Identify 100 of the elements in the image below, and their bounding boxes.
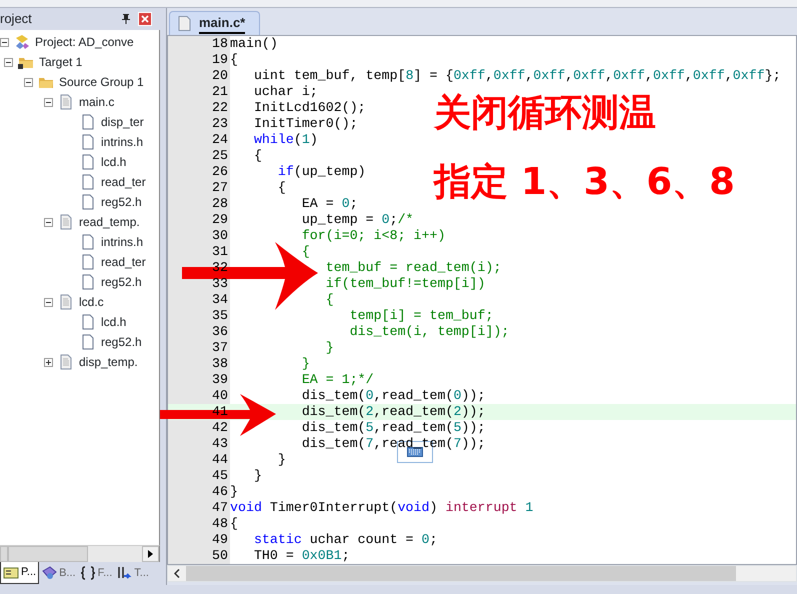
tree-item[interactable]: intrins.h <box>101 232 144 252</box>
panel-title: roject <box>0 10 32 28</box>
file-icon <box>178 16 191 31</box>
tree-item[interactable]: intrins.h <box>101 132 144 152</box>
tree-item[interactable]: Project: AD_conve <box>35 32 134 52</box>
tree-item[interactable]: disp_temp. <box>79 352 138 372</box>
file-icon <box>80 174 96 190</box>
code-line: { <box>276 180 286 196</box>
code-line: InitLcd1602(); <box>252 100 366 116</box>
code-line: uchar i; <box>252 84 318 100</box>
panel-tab[interactable]: T... <box>114 562 151 584</box>
collapse-icon[interactable] <box>24 78 33 86</box>
code-line: } <box>300 356 310 372</box>
line-number: 35 <box>211 308 229 324</box>
collapse-icon[interactable] <box>44 98 53 106</box>
code-line: tem_buf = read_tem(i); <box>324 260 502 276</box>
collapse-icon[interactable] <box>44 218 53 226</box>
line-number: 28 <box>211 196 229 212</box>
code-line: dis_tem(5,read_tem(5)); <box>300 420 486 436</box>
book-icon <box>41 565 58 581</box>
code-line: EA = 0; <box>300 196 358 212</box>
horizontal-scrollbar[interactable] <box>0 545 160 562</box>
panel-tab[interactable]: P... <box>0 562 40 584</box>
code-line: { <box>252 148 262 164</box>
file-icon <box>80 114 96 130</box>
tree-item[interactable]: lcd.h <box>101 312 126 332</box>
line-number: 47 <box>211 500 229 516</box>
tree-item[interactable]: lcd.h <box>101 152 126 172</box>
line-number: 45 <box>211 468 229 484</box>
tree-item[interactable]: main.c <box>79 92 114 112</box>
project-icon <box>14 34 30 50</box>
expand-icon[interactable] <box>44 358 53 366</box>
file-icon <box>58 94 74 110</box>
tree-item[interactable]: read_temp. <box>79 212 140 232</box>
tree-item[interactable]: Target 1 <box>39 52 82 72</box>
line-number: 33 <box>211 276 229 292</box>
collapse-icon[interactable] <box>0 38 9 46</box>
line-number: 19 <box>211 52 229 68</box>
code-line: } <box>230 484 238 500</box>
tree-item[interactable]: Source Group 1 <box>59 72 144 92</box>
line-number: 20 <box>211 68 229 84</box>
code-line: EA = 1;*/ <box>300 372 374 388</box>
file-icon <box>80 314 96 330</box>
tree-item[interactable]: read_ter <box>101 172 146 192</box>
annotation-text: 指定 1、3、6、8 <box>434 161 735 203</box>
code-line: if(up_temp) <box>276 164 366 180</box>
project-icon <box>3 564 19 580</box>
file-tab[interactable]: main.c* <box>169 11 260 35</box>
file-icon <box>80 134 96 150</box>
line-number: 26 <box>211 164 229 180</box>
tree-item[interactable]: reg52.h <box>101 332 142 352</box>
file-icon <box>58 354 74 370</box>
line-number: 34 <box>211 292 229 308</box>
line-number: 30 <box>211 228 229 244</box>
line-number: 37 <box>211 340 229 356</box>
code-line: static uchar count = 0; <box>252 532 438 548</box>
line-number: 23 <box>211 116 229 132</box>
code-line: } <box>252 468 262 484</box>
pin-icon[interactable] <box>122 14 130 24</box>
line-number: 42 <box>211 420 229 436</box>
code-line: dis_tem(i, temp[i]); <box>348 324 510 340</box>
code-line: TH0 = 0x0B1; <box>252 548 350 564</box>
tree-item[interactable]: lcd.c <box>79 292 104 312</box>
code-line: { <box>230 516 238 532</box>
line-number: 44 <box>211 452 229 468</box>
line-number: 31 <box>211 244 229 260</box>
line-number: 43 <box>211 436 229 452</box>
tree-item[interactable]: reg52.h <box>101 192 142 212</box>
scroll-thumb[interactable] <box>186 566 736 581</box>
code-line: void Timer0Interrupt(void) interrupt 1 <box>230 500 534 516</box>
scroll-thumb[interactable] <box>8 546 88 562</box>
line-number: 21 <box>211 84 229 100</box>
code-line: } <box>324 340 334 356</box>
code-line: } <box>276 452 286 468</box>
right-arrow-icon[interactable] <box>148 550 153 558</box>
code-line: main() <box>230 36 278 52</box>
file-icon <box>80 154 96 170</box>
code-line: dis_tem(2,read_tem(2)); <box>300 404 486 420</box>
tree-item[interactable]: reg52.h <box>101 272 142 292</box>
tree-item[interactable]: read_ter <box>101 252 146 272</box>
code-line: { <box>230 52 238 68</box>
tree-item[interactable]: disp_ter <box>101 112 144 132</box>
code-line: temp[i] = tem_buf; <box>348 308 494 324</box>
collapse-icon[interactable] <box>44 298 53 306</box>
file-icon <box>58 294 74 310</box>
code-line: while(1) <box>252 132 318 148</box>
file-icon <box>80 274 96 290</box>
panel-tab[interactable]: B... <box>39 562 78 584</box>
code-line: InitTimer0(); <box>252 116 358 132</box>
template-icon <box>116 565 132 581</box>
line-number: 40 <box>211 388 229 404</box>
code-line: uint tem_buf, temp[8] = {0xff,0xff,0xff,0xff,0xff,0xff,0xff,0xff}; <box>252 68 781 84</box>
panel-tab[interactable]: F... <box>78 562 114 584</box>
line-number: 50 <box>211 548 229 564</box>
collapse-icon[interactable] <box>4 58 13 66</box>
horizontal-scrollbar[interactable] <box>167 565 797 582</box>
file-icon <box>80 334 96 350</box>
line-number: 48 <box>211 516 229 532</box>
close-button[interactable] <box>138 12 152 26</box>
line-number: 29 <box>211 212 229 228</box>
